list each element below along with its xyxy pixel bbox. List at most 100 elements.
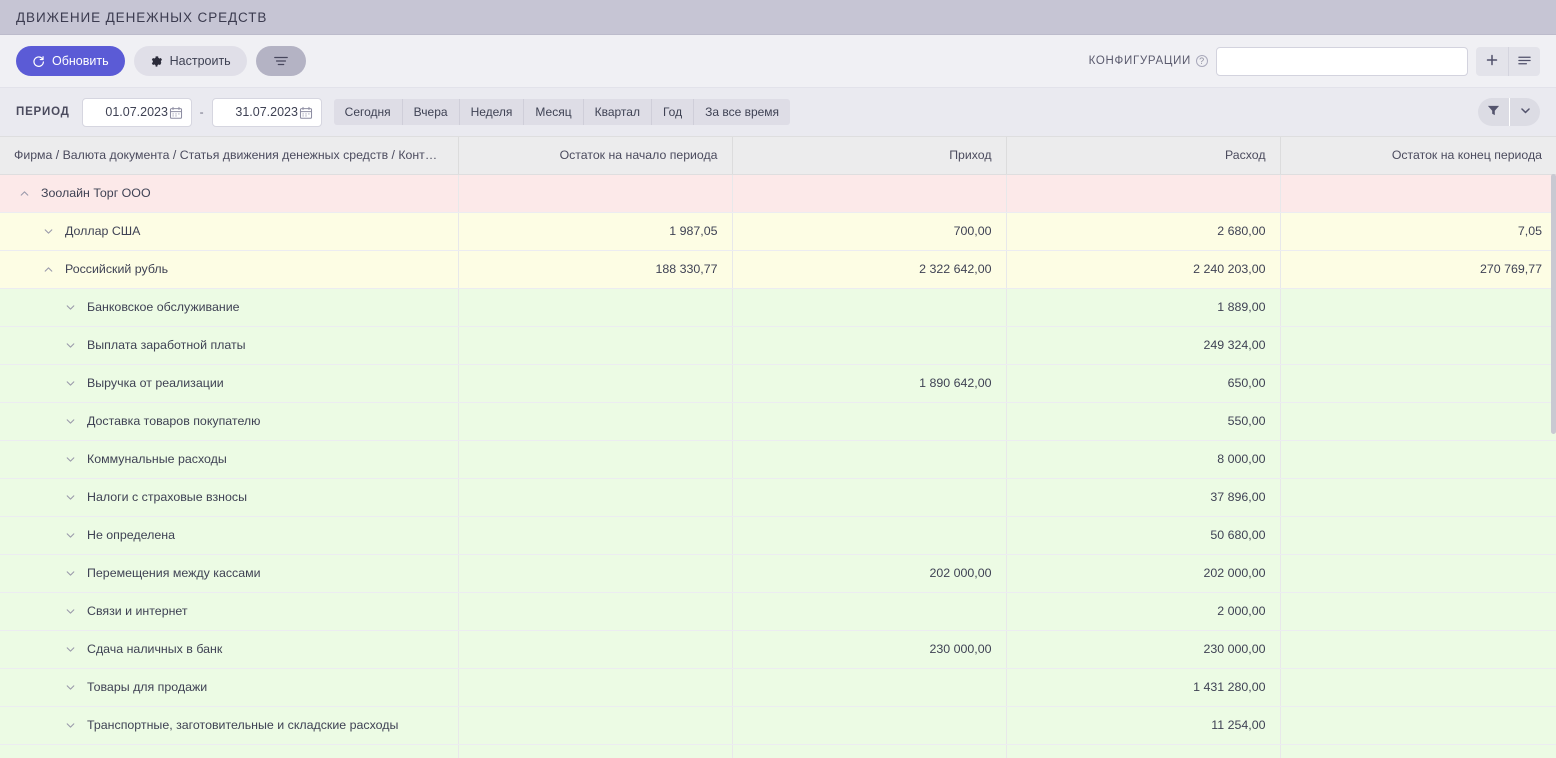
report-table-area[interactable]: Фирма / Валюта документа / Статья движен…	[0, 137, 1556, 758]
closing-balance-cell[interactable]	[1280, 364, 1556, 403]
opening-balance-cell[interactable]	[458, 402, 733, 441]
settings-button[interactable]: Настроить	[133, 46, 247, 76]
chevron-down-icon[interactable]	[62, 527, 78, 543]
closing-balance-cell[interactable]	[1280, 288, 1556, 327]
chevron-down-icon[interactable]	[62, 489, 78, 505]
closing-balance-cell[interactable]	[1280, 326, 1556, 365]
expense-cell[interactable]: 37 896,00	[1006, 478, 1281, 517]
row-label-cell[interactable]: Не определена	[0, 516, 459, 555]
closing-balance-cell[interactable]	[1280, 554, 1556, 593]
income-cell[interactable]	[732, 592, 1007, 631]
table-row[interactable]: Товары для продажи 1 431 280,00	[0, 668, 1556, 707]
closing-balance-cell[interactable]	[1280, 440, 1556, 479]
expense-cell[interactable]: 8 000,00	[1006, 440, 1281, 479]
closing-balance-cell[interactable]	[1280, 478, 1556, 517]
income-cell[interactable]	[732, 440, 1007, 479]
opening-balance-cell[interactable]	[458, 668, 733, 707]
table-row[interactable]: Коммунальные расходы 8 000,00	[0, 440, 1556, 479]
income-cell[interactable]: 700,00	[732, 212, 1007, 251]
income-cell[interactable]	[732, 402, 1007, 441]
chevron-up-icon[interactable]	[40, 261, 56, 277]
expense-cell[interactable]: 230 000,00	[1006, 630, 1281, 669]
table-row[interactable]: Не определена 50 680,00	[0, 516, 1556, 555]
opening-balance-cell[interactable]: 188 330,77	[458, 250, 733, 289]
row-label-cell[interactable]: Связи и интернет	[0, 592, 459, 631]
opening-balance-cell[interactable]	[458, 554, 733, 593]
row-label-cell[interactable]: Зоолайн Торг ООО	[0, 174, 459, 213]
refresh-button[interactable]: Обновить	[16, 46, 125, 76]
income-cell[interactable]	[732, 288, 1007, 327]
row-label-cell[interactable]: Сдача наличных в банк	[0, 630, 459, 669]
table-row[interactable]: Банковское обслуживание 1 889,00	[0, 288, 1556, 327]
expense-cell[interactable]: 2 680,00	[1006, 212, 1281, 251]
table-row[interactable]: Хозяйственные и прочие расходы на офис 14…	[0, 744, 1556, 758]
income-cell[interactable]: 230 000,00	[732, 630, 1007, 669]
table-row[interactable]: Выручка от реализации 1 890 642,00 650,00	[0, 364, 1556, 403]
closing-balance-cell[interactable]	[1280, 706, 1556, 745]
quick-period-button[interactable]: За все время	[694, 99, 791, 125]
vertical-scrollbar[interactable]	[1551, 174, 1556, 434]
row-label-cell[interactable]: Транспортные, заготовительные и складски…	[0, 706, 459, 745]
row-label-cell[interactable]: Российский рубль	[0, 250, 459, 289]
chevron-down-icon[interactable]	[40, 223, 56, 239]
opening-balance-cell[interactable]	[458, 288, 733, 327]
chevron-down-icon[interactable]	[62, 603, 78, 619]
table-row[interactable]: Транспортные, заготовительные и складски…	[0, 706, 1556, 745]
expense-cell[interactable]: 202 000,00	[1006, 554, 1281, 593]
income-cell[interactable]	[732, 174, 1007, 213]
opening-balance-cell[interactable]	[458, 440, 733, 479]
table-row[interactable]: Выплата заработной платы 249 324,00	[0, 326, 1556, 365]
quick-period-button[interactable]: Сегодня	[333, 99, 403, 125]
quick-period-button[interactable]: Неделя	[459, 99, 525, 125]
expense-cell[interactable]: 249 324,00	[1006, 326, 1281, 365]
column-header[interactable]: Расход	[1006, 137, 1281, 175]
column-header[interactable]: Приход	[732, 137, 1007, 175]
closing-balance-cell[interactable]	[1280, 630, 1556, 669]
closing-balance-cell[interactable]	[1280, 744, 1556, 758]
row-label-cell[interactable]: Товары для продажи	[0, 668, 459, 707]
row-label-cell[interactable]: Доллар США	[0, 212, 459, 251]
closing-balance-cell[interactable]	[1280, 516, 1556, 555]
expense-cell[interactable]: 50 680,00	[1006, 516, 1281, 555]
opening-balance-cell[interactable]	[458, 516, 733, 555]
chevron-down-icon[interactable]	[62, 375, 78, 391]
income-cell[interactable]	[732, 516, 1007, 555]
expense-cell[interactable]: 2 240 203,00	[1006, 250, 1281, 289]
column-header[interactable]: Остаток на начало периода	[458, 137, 733, 175]
view-options-button[interactable]	[255, 46, 306, 76]
chevron-down-icon[interactable]	[62, 413, 78, 429]
row-label-cell[interactable]: Доставка товаров покупателю	[0, 402, 459, 441]
row-label-cell[interactable]: Налоги с страховые взносы	[0, 478, 459, 517]
expense-cell[interactable]: 650,00	[1006, 364, 1281, 403]
expense-cell[interactable]: 1 889,00	[1006, 288, 1281, 327]
configuration-list-button[interactable]	[1508, 46, 1540, 76]
chevron-down-icon[interactable]	[62, 641, 78, 657]
income-cell[interactable]: 2 322 642,00	[732, 250, 1007, 289]
opening-balance-cell[interactable]	[458, 630, 733, 669]
row-label-cell[interactable]: Банковское обслуживание	[0, 288, 459, 327]
table-row[interactable]: Российский рубль 188 330,77 2 322 642,00 2 …	[0, 250, 1556, 289]
closing-balance-cell[interactable]	[1280, 174, 1556, 213]
chevron-down-icon[interactable]	[62, 337, 78, 353]
row-label-cell[interactable]: Перемещения между кассами	[0, 554, 459, 593]
income-cell[interactable]	[732, 478, 1007, 517]
income-cell[interactable]: 1 890 642,00	[732, 364, 1007, 403]
filter-button[interactable]	[1478, 98, 1509, 126]
opening-balance-cell[interactable]	[458, 592, 733, 631]
calendar-icon[interactable]	[169, 106, 183, 125]
chevron-up-icon[interactable]	[16, 185, 32, 201]
expense-cell[interactable]: 550,00	[1006, 402, 1281, 441]
chevron-down-icon[interactable]	[62, 451, 78, 467]
expense-cell[interactable]: 11 254,00	[1006, 706, 1281, 745]
date-from-field[interactable]	[81, 97, 192, 127]
row-label-cell[interactable]: Выручка от реализации	[0, 364, 459, 403]
income-cell[interactable]	[732, 706, 1007, 745]
expense-cell[interactable]: 14 680,00	[1006, 744, 1281, 758]
quick-period-button[interactable]: Квартал	[583, 99, 652, 125]
expense-cell[interactable]	[1006, 174, 1281, 213]
chevron-down-icon[interactable]	[62, 679, 78, 695]
income-cell[interactable]	[732, 744, 1007, 758]
row-label-cell[interactable]: Коммунальные расходы	[0, 440, 459, 479]
column-header[interactable]: Фирма / Валюта документа / Статья движен…	[0, 137, 459, 175]
table-row[interactable]: Налоги с страховые взносы 37 896,00	[0, 478, 1556, 517]
